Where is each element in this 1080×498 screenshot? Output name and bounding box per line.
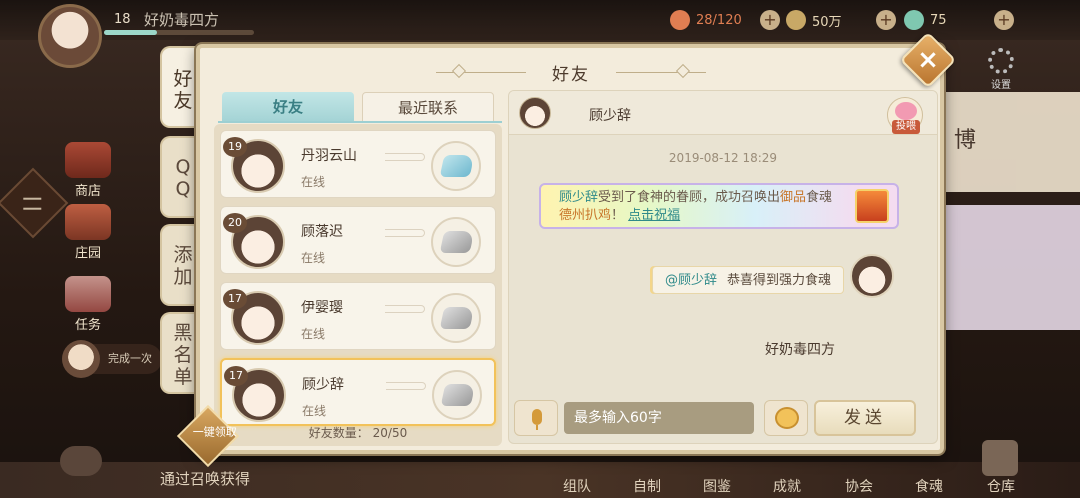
event-card-2[interactable] [940,205,1080,330]
task-avatar [62,340,100,378]
friend-name: 丹羽云山 [301,148,357,164]
my-message-bubble: @顾少辞 恭喜得到强力食魂 [652,266,845,294]
coin-icon [786,10,806,30]
garden-button[interactable]: 庄园 [58,204,118,261]
subtab-recent-contacts[interactable]: 最近联系 [362,92,494,122]
shop-button[interactable]: 商店 [58,142,118,199]
cat-face-icon [775,407,799,429]
add-coin-button[interactable]: + [876,10,896,30]
chat-partner-avatar[interactable] [519,97,551,129]
nav-codex[interactable]: 图鉴 [692,476,742,496]
bless-link[interactable]: 点击祝福 [628,208,680,223]
friend-name: 顾落迟 [301,224,343,240]
food-resource: 28/120 + [670,9,780,31]
food-icon [670,10,690,30]
send-stamina-button[interactable] [431,293,481,343]
chat-input[interactable] [564,402,754,434]
friend-status: 在线 [301,327,326,341]
panel-title-bar: 好友 [436,58,706,86]
handshake-icon [439,231,475,253]
friend-row[interactable]: 20 顾落迟 在线 [220,206,496,274]
menu-icon [23,197,42,210]
coin-resource: 50万 + [786,9,896,31]
gift-box-icon [855,189,889,223]
player-name: 好奶毒四方 [144,11,220,29]
nav-achievements[interactable]: 成就 [762,476,812,496]
friend-status: 在线 [302,404,327,418]
friend-list[interactable]: 19 丹羽云山 在线 20 顾落迟 在线 17 伊婴璎 在线 17 顾少辞 在线 [214,124,502,446]
player-avatar[interactable] [38,4,102,68]
microphone-icon [532,409,542,425]
send-stamina-button[interactable] [431,217,481,267]
send-stamina-button[interactable] [432,370,482,420]
my-name: 好奶毒四方 [765,342,835,358]
chat-partner-name: 顾少辞 [589,108,631,124]
friend-row[interactable]: 19 丹羽云山 在线 [220,130,496,198]
chat-timestamp: 2019-08-12 18:29 [668,151,778,165]
friend-name: 顾少辞 [302,377,344,393]
warehouse-icon[interactable] [982,440,1018,476]
friend-count: 好友数量： 20/50 [308,426,408,440]
friend-name: 伊婴璎 [301,300,343,316]
player-level: 18 [114,12,131,27]
add-jade-button[interactable]: + [994,10,1014,30]
garden-icon [65,204,111,240]
event-card-1[interactable]: 博 [940,92,1080,192]
shop-icon [65,142,111,178]
bottom-broadcast: 通过召唤获得 [160,470,251,488]
friend-row[interactable]: 17 伊婴璎 在线 [220,282,496,350]
close-icon: × [917,45,939,75]
feed-gift-button[interactable]: 投喂 [887,97,923,134]
jade-icon [904,10,924,30]
chat-header: 顾少辞 投喂 [509,91,937,135]
emoji-button[interactable] [764,400,808,436]
friend-status: 在线 [301,251,326,265]
friend-level-badge: 17 [224,366,248,386]
task-progress-pill[interactable]: 完成一次 [62,340,162,378]
friend-level-badge: 19 [223,137,247,157]
my-avatar [850,254,894,298]
handshake-icon [439,155,475,177]
voice-button[interactable] [514,400,558,436]
nav-team[interactable]: 组队 [552,476,602,496]
handshake-icon [439,307,475,329]
nav-warehouse[interactable]: 仓库 [976,476,1026,496]
nav-craft[interactable]: 自制 [622,476,672,496]
friend-level-badge: 20 [223,213,247,233]
player-exp-bar [104,30,254,35]
nav-food-souls[interactable]: 食魂 [904,476,954,496]
handshake-icon [440,384,476,406]
chat-input-row: 发送 [514,398,934,438]
panel-title: 好友 [552,65,590,85]
friend-status: 在线 [301,175,326,189]
gear-icon [988,48,1014,74]
chat-bubble-icon[interactable] [60,446,102,476]
tasks-button[interactable]: 任务 [58,276,118,333]
friend-level-badge: 17 [223,289,247,309]
settings-button[interactable]: 设置 [984,48,1018,91]
subtab-divider [218,121,502,123]
system-message: 顾少辞受到了食神的眷顾，成功召唤出御品食魂 德州扒鸡！ 点击祝福 [539,183,899,229]
friend-row-selected[interactable]: 17 顾少辞 在线 [220,358,496,426]
add-food-button[interactable]: + [760,10,780,30]
tasks-icon [65,276,111,312]
send-stamina-button[interactable] [431,141,481,191]
jade-resource: 75 + [904,9,1014,31]
send-button[interactable]: 发送 [814,400,916,436]
subtab-friends[interactable]: 好友 [222,92,354,122]
nav-guild[interactable]: 协会 [834,476,884,496]
flower-icon [895,102,917,120]
